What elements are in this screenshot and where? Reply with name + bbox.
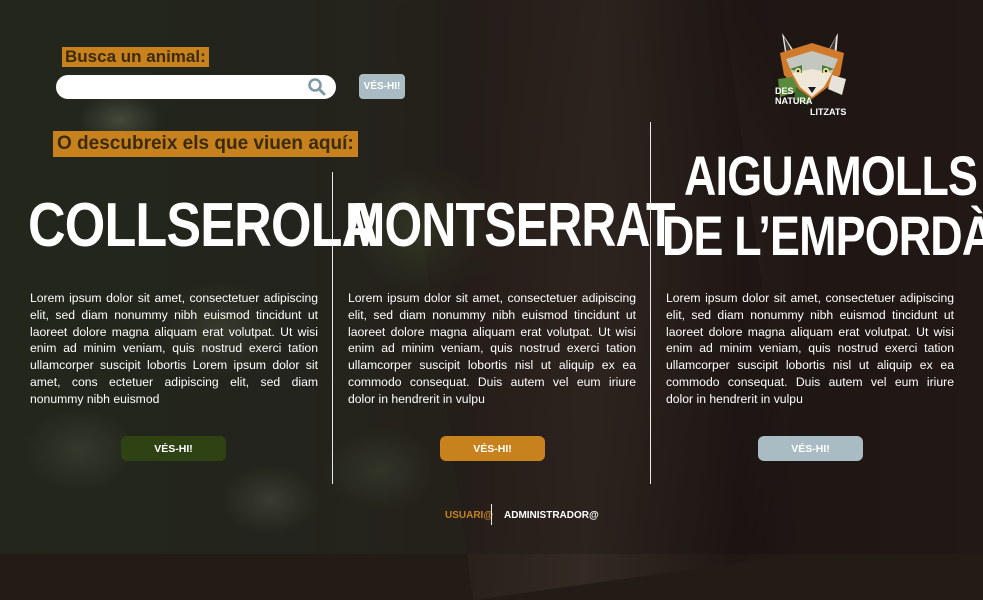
logo-text-natura: NATURA [775, 96, 813, 106]
area-description-montserrat: Lorem ipsum dolor sit amet, consectetuer… [348, 291, 636, 406]
search-input[interactable] [56, 75, 336, 99]
area-title-aiguamolls-line2: DE L’EMPORDÀ [662, 204, 983, 267]
area-title-montserrat: MONTSERRAT [345, 191, 676, 260]
logo-text-litzats: LITZATS [810, 107, 847, 117]
column-divider [650, 122, 651, 484]
search-go-button[interactable]: VÉS-HI! [359, 74, 405, 99]
user-login-link[interactable]: USUARI@ [445, 510, 493, 521]
go-button-montserrat[interactable]: VÉS-HI! [440, 436, 545, 461]
footer-divider [491, 504, 492, 525]
area-title-collserola: COLLSEROLA [28, 191, 379, 260]
search-icon[interactable] [307, 77, 327, 97]
area-description-aiguamolls: Lorem ipsum dolor sit amet, consectetuer… [666, 291, 954, 406]
go-button-aiguamolls[interactable]: VÉS-HI! [758, 436, 863, 461]
go-button-collserola[interactable]: VÉS-HI! [121, 436, 226, 461]
area-title-aiguamolls-line1: AIGUAMOLLS [684, 144, 978, 207]
discover-title: O descubreix els que viuen aquí: [53, 131, 358, 157]
area-description-collserola: Lorem ipsum dolor sit amet, consectetuer… [30, 291, 318, 406]
search-title: Busca un animal: [62, 47, 209, 67]
admin-login-link[interactable]: ADMINISTRADOR@ [504, 510, 599, 521]
logo-text-des: DES [775, 86, 794, 96]
